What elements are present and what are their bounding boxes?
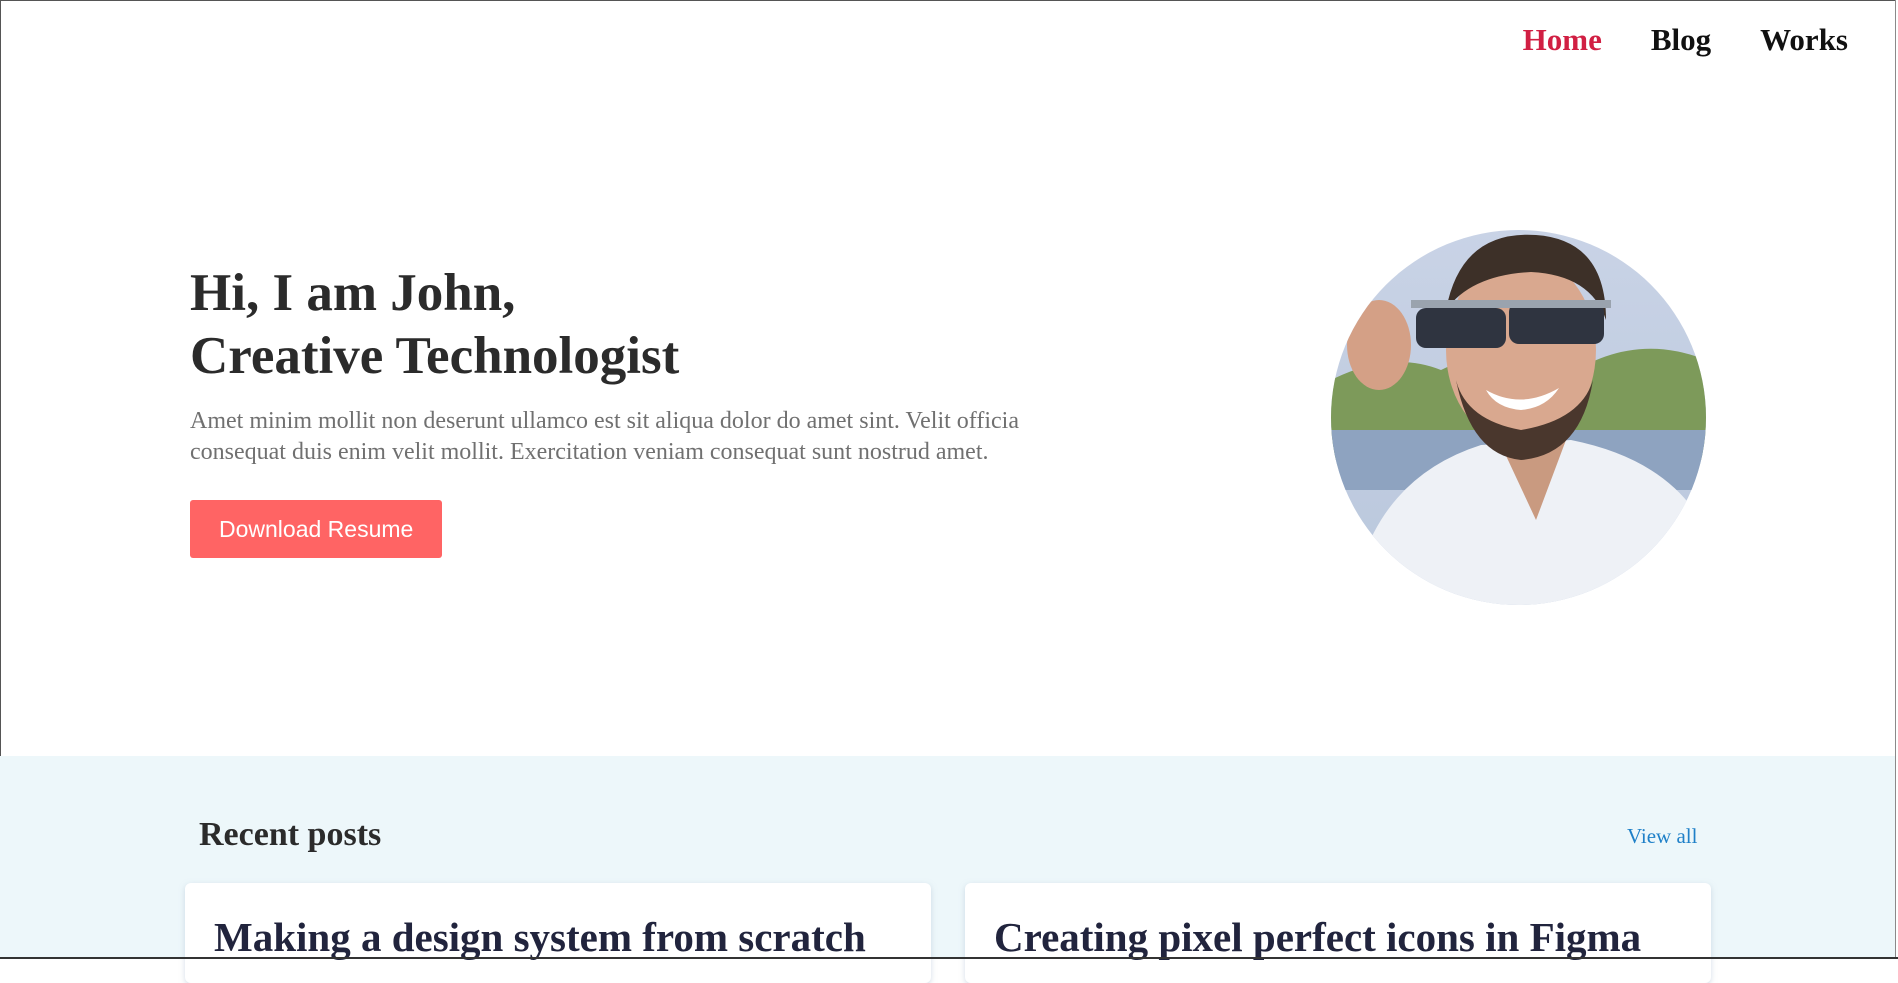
post-card-title[interactable]: Creating pixel perfect icons in Figma bbox=[994, 913, 1641, 961]
recent-posts-title: Recent posts bbox=[199, 816, 382, 853]
profile-photo-illustration bbox=[1331, 230, 1706, 605]
hero-heading-line-1: Hi, I am John, bbox=[190, 264, 516, 322]
post-card-title[interactable]: Making a design system from scratch bbox=[214, 913, 866, 961]
photo-hand bbox=[1347, 300, 1411, 390]
view-all-link[interactable]: View all bbox=[1627, 824, 1697, 849]
download-resume-button[interactable]: Download Resume bbox=[190, 500, 443, 558]
hero-heading: Hi, I am John, Creative Technologist bbox=[190, 262, 1130, 388]
hero-section: Hi, I am John, Creative Technologist Ame… bbox=[190, 262, 1130, 558]
nav-item-works[interactable]: Works bbox=[1760, 22, 1848, 58]
hero-heading-line-2: Creative Technologist bbox=[190, 327, 680, 385]
post-card[interactable]: Making a design system from scratch bbox=[185, 883, 931, 983]
nav-item-home[interactable]: Home bbox=[1523, 22, 1602, 58]
main-nav: Home Blog Works bbox=[1523, 22, 1848, 58]
photo-sunglasses-frame bbox=[1411, 300, 1611, 308]
hero-description: Amet minim mollit non deserunt ullamco e… bbox=[190, 408, 1019, 465]
nav-item-blog[interactable]: Blog bbox=[1651, 22, 1711, 58]
profile-photo bbox=[1331, 230, 1706, 605]
photo-sunglasses-left bbox=[1416, 308, 1506, 348]
photo-sunglasses-right bbox=[1509, 302, 1604, 344]
post-card[interactable]: Creating pixel perfect icons in Figma bbox=[965, 883, 1711, 983]
window-top-border bbox=[0, 0, 1898, 1]
recent-posts-section: Recent posts View all Making a design sy… bbox=[0, 756, 1895, 983]
